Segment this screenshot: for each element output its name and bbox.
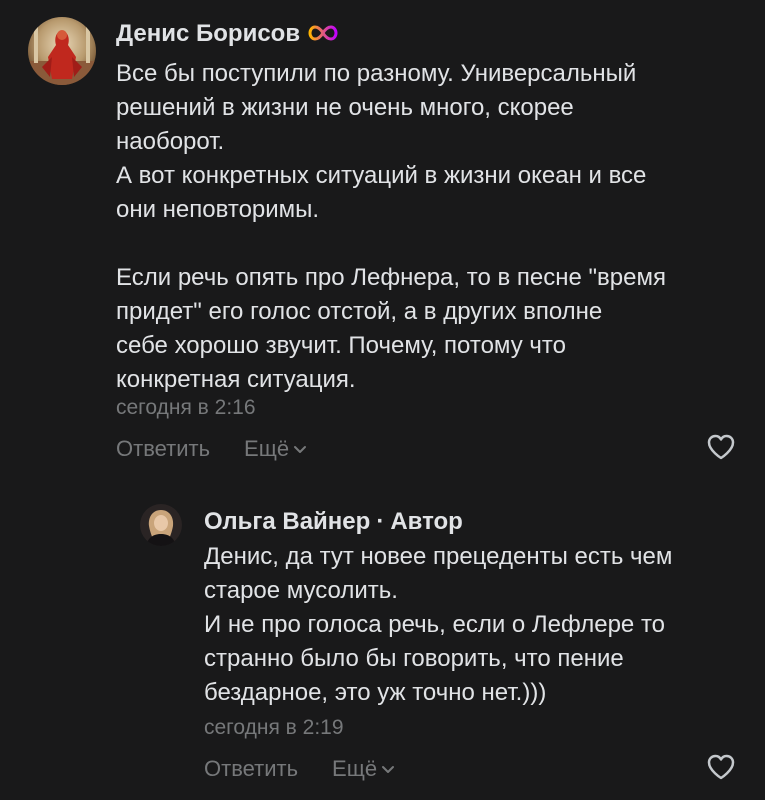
comment-reply: Ольга Вайнер · Автор Денис, да тут новее… xyxy=(0,480,765,800)
reply-button[interactable]: Ответить xyxy=(204,756,298,782)
like-button[interactable] xyxy=(706,433,736,466)
like-button[interactable] xyxy=(706,753,736,786)
text-line: себе хорошо звучит. Почему, потому что xyxy=(116,332,566,359)
text-line: бездарное, это уж точно нет.))) xyxy=(204,679,547,706)
text-line: они неповторимы. xyxy=(116,196,320,223)
chevron-down-icon xyxy=(294,446,307,453)
more-button[interactable]: Ещё xyxy=(332,756,395,782)
avatar[interactable] xyxy=(28,17,96,85)
text-line: Денис, да тут новее прецеденты есть чем xyxy=(204,543,673,570)
author-name[interactable]: Ольга Вайнер xyxy=(204,508,370,536)
text-line: старое мусолить. xyxy=(204,577,398,604)
text-line: Все бы поступили по разному. Универсальн… xyxy=(116,60,637,87)
infinity-icon xyxy=(308,20,338,48)
text-line: Если речь опять про Лефнера, то в песне … xyxy=(116,264,666,291)
author-separator: · xyxy=(376,508,385,535)
more-label: Ещё xyxy=(244,436,290,461)
text-line: странно было бы говорить, что пение xyxy=(204,645,624,672)
heart-icon xyxy=(707,434,735,460)
text-line: решений в жизни не очень много, скорее xyxy=(116,94,574,121)
chevron-down-icon xyxy=(382,766,395,773)
more-label: Ещё xyxy=(332,756,378,781)
comment-text: Денис, да тут новее прецеденты есть чем … xyxy=(204,540,672,710)
author-role-badge: Автор xyxy=(390,508,463,535)
text-line: конкретная ситуация. xyxy=(116,366,356,393)
text-line: А вот конкретных ситуаций в жизни океан … xyxy=(116,162,647,189)
more-button[interactable]: Ещё xyxy=(244,436,307,462)
comment-actions: Ответить Ещё xyxy=(116,436,307,462)
heart-icon xyxy=(707,754,735,780)
comment-actions: Ответить Ещё xyxy=(204,756,395,782)
comment-timestamp[interactable]: сегодня в 2:19 xyxy=(204,716,344,740)
author-name[interactable]: Денис Борисов xyxy=(116,20,300,48)
comment-author[interactable]: Денис Борисов xyxy=(116,20,338,48)
text-line xyxy=(116,227,666,261)
text-line: придет" его голос отстой, а в других впо… xyxy=(116,298,603,325)
comment: Денис Борисов Все бы поступили по разном… xyxy=(0,0,765,480)
avatar[interactable] xyxy=(140,504,182,546)
reply-button[interactable]: Ответить xyxy=(116,436,210,462)
text-line: наоборот. xyxy=(116,128,225,155)
comment-text: Все бы поступили по разному. Универсальн… xyxy=(116,57,666,397)
comment-timestamp[interactable]: сегодня в 2:16 xyxy=(116,396,256,420)
text-line: И не про голоса речь, если о Лефлере то xyxy=(204,611,666,638)
comment-author[interactable]: Ольга Вайнер · Автор xyxy=(204,508,463,536)
